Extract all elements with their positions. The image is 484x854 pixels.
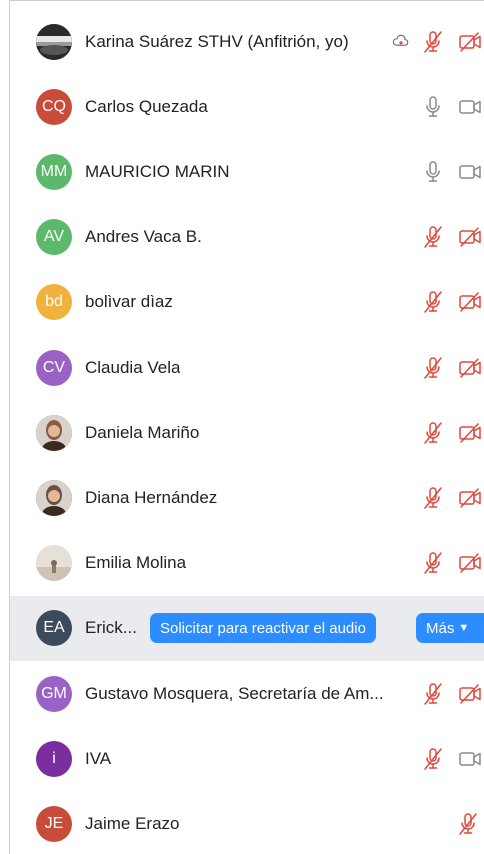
video-off-icon[interactable] <box>457 29 483 55</box>
video-off-icon[interactable] <box>457 681 483 707</box>
mic-muted-icon[interactable] <box>420 224 446 250</box>
participant-row[interactable]: Karina Suárez STHV (Anfitrión, yo) <box>10 9 484 74</box>
participant-row[interactable]: JE Jaime Erazo <box>10 791 484 854</box>
avatar: i <box>36 740 72 777</box>
avatar <box>36 414 72 451</box>
avatar: bd <box>36 284 72 321</box>
video-icon[interactable] <box>457 94 483 120</box>
mic-muted-icon[interactable] <box>420 29 446 55</box>
participant-name: Erick... <box>85 618 137 638</box>
participant-name: bolìvar dìaz <box>85 292 173 312</box>
participant-name: Emilia Molina <box>85 553 187 573</box>
avatar: CQ <box>36 88 72 125</box>
avatar: EA <box>36 610 72 647</box>
participant-row[interactable]: Diana Hernández <box>10 465 484 530</box>
mic-muted-icon[interactable] <box>420 485 446 511</box>
cloud-recording-icon <box>391 31 412 52</box>
participant-row[interactable]: AV Andres Vaca B. <box>10 205 484 270</box>
video-off-icon[interactable] <box>457 485 483 511</box>
video-off-icon[interactable] <box>457 289 483 315</box>
mic-muted-icon[interactable] <box>455 811 481 837</box>
participant-row[interactable]: i IVA <box>10 726 484 791</box>
avatar <box>36 479 72 516</box>
participant-row[interactable]: CQ Carlos Quezada <box>10 74 484 139</box>
participant-row[interactable]: Daniela Mariño <box>10 400 484 465</box>
participant-name: Gustavo Mosquera, Secretaría de Am... <box>85 683 384 703</box>
participant-row[interactable]: GM Gustavo Mosquera, Secretaría de Am... <box>10 661 484 726</box>
more-button[interactable]: Más ▼ <box>416 613 484 644</box>
participant-row[interactable]: CV Claudia Vela <box>10 335 484 400</box>
mic-muted-icon[interactable] <box>420 289 446 315</box>
video-off-icon[interactable] <box>457 550 483 576</box>
avatar: JE <box>36 805 72 842</box>
participant-row[interactable]: Emilia Molina <box>10 531 484 596</box>
video-icon[interactable] <box>457 746 483 772</box>
participant-row[interactable]: EA Erick... Solicitar para reactivar el au… <box>10 595 484 661</box>
participant-name: Carlos Quezada <box>85 96 208 116</box>
ask-to-unmute-button[interactable]: Solicitar para reactivar el audio <box>150 613 376 644</box>
participant-name: MAURICIO MARIN <box>85 161 230 181</box>
mic-muted-icon[interactable] <box>420 681 446 707</box>
mic-muted-icon[interactable] <box>420 420 446 446</box>
chevron-down-icon: ▼ <box>458 622 470 635</box>
mic-muted-icon[interactable] <box>420 355 446 381</box>
participant-name: Diana Hernández <box>85 487 218 507</box>
participant-name: Jaime Erazo <box>85 813 180 833</box>
avatar: GM <box>36 675 72 712</box>
avatar <box>36 545 72 582</box>
avatar: MM <box>36 153 72 190</box>
avatar: AV <box>36 219 72 256</box>
participant-name: Andres Vaca B. <box>85 227 202 247</box>
participant-name: Karina Suárez STHV (Anfitrión, yo) <box>85 31 349 51</box>
mic-muted-icon[interactable] <box>420 550 446 576</box>
avatar <box>36 23 72 60</box>
video-off-icon[interactable] <box>457 420 483 446</box>
more-label: Más <box>426 619 455 637</box>
video-off-icon[interactable] <box>457 355 483 381</box>
avatar: CV <box>36 349 72 386</box>
participant-name: Daniela Mariño <box>85 422 200 442</box>
participant-name: IVA <box>85 748 112 768</box>
mic-muted-icon[interactable] <box>420 746 446 772</box>
participant-row[interactable]: MM MAURICIO MARIN <box>10 139 484 204</box>
mic-icon[interactable] <box>420 159 446 185</box>
participant-name: Claudia Vela <box>85 357 181 377</box>
mic-icon[interactable] <box>420 94 446 120</box>
participant-row[interactable]: bd bolìvar dìaz <box>10 270 484 335</box>
participants-panel: Karina Suárez STHV (Anfitrión, yo) CQ Carl… <box>9 0 484 854</box>
video-icon[interactable] <box>457 159 483 185</box>
video-off-icon[interactable] <box>457 224 483 250</box>
